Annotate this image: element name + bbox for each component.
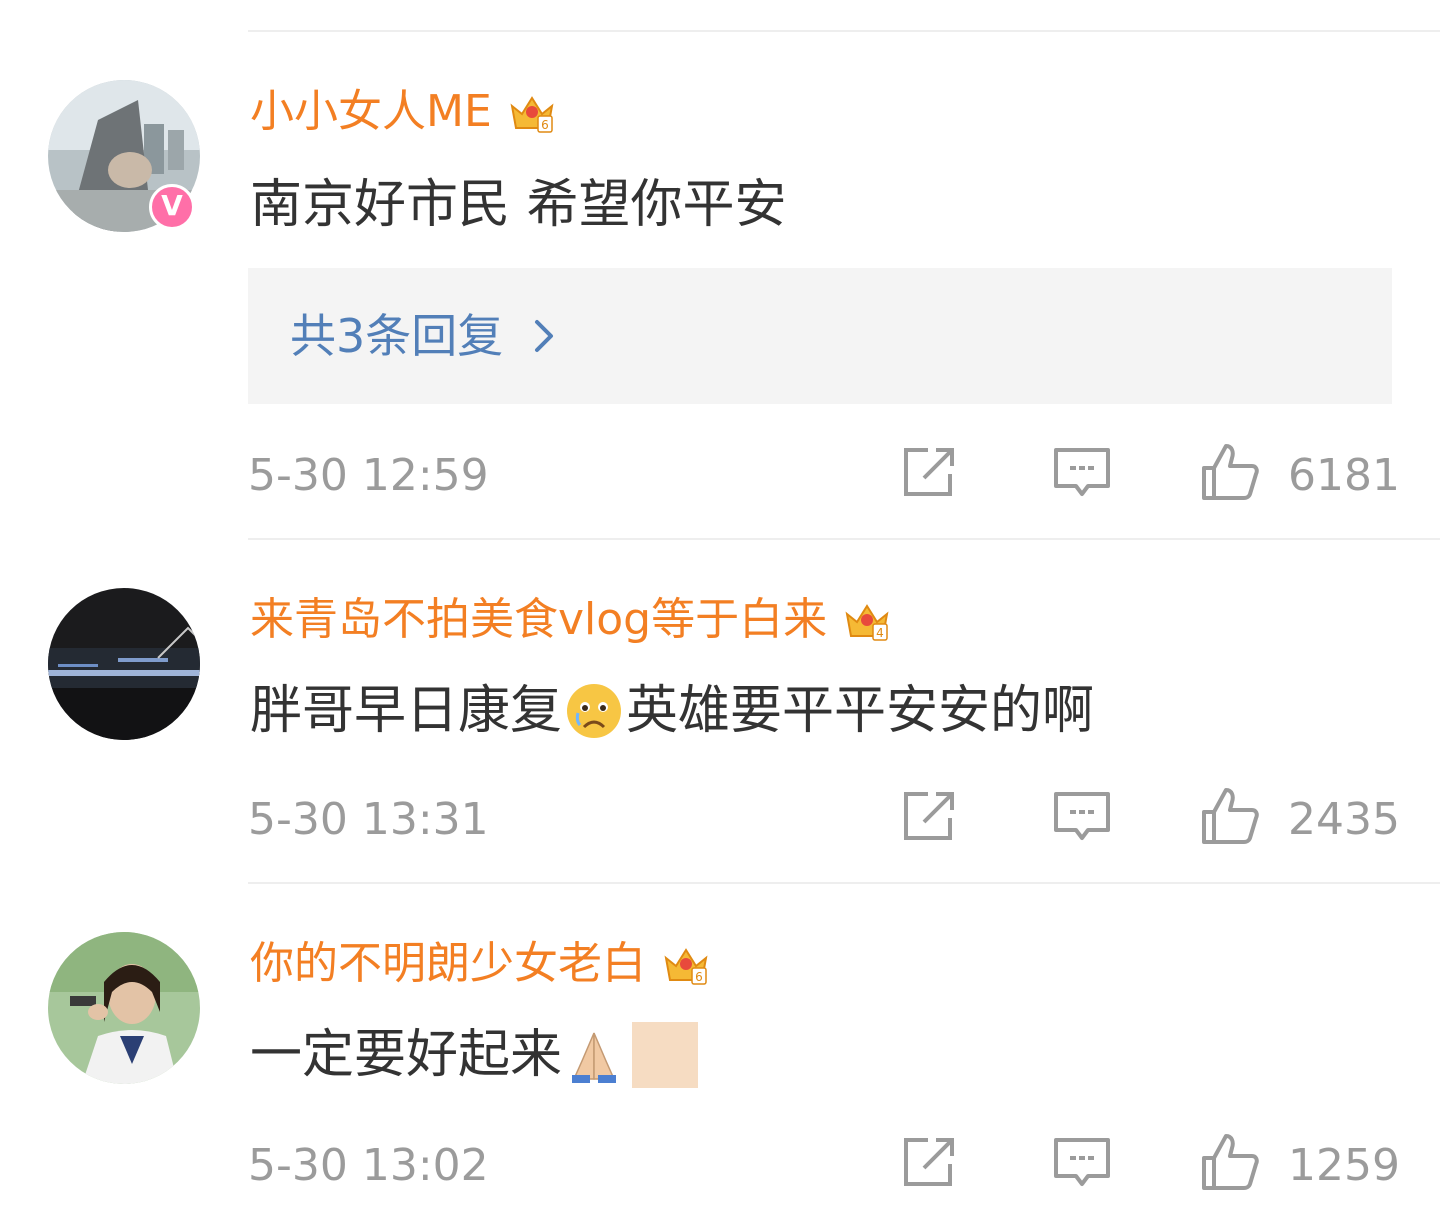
comment-time: 5-30 12:59 <box>248 450 489 501</box>
username[interactable]: 你的不明朗少女老白 6 <box>250 936 710 992</box>
chevron-right-icon <box>535 320 554 352</box>
comment-time: 5-30 13:02 <box>248 1140 489 1191</box>
comment-time: 5-30 13:31 <box>248 794 489 845</box>
crown-badge-icon: 6 <box>510 96 554 133</box>
comment-meta: 5-30 13:02 1259 <box>0 1130 1440 1200</box>
comment-text-part: 英雄要平平安安的啊 <box>626 681 1095 741</box>
like-count: 1259 <box>1288 1140 1400 1191</box>
verified-badge-icon: V <box>149 184 195 230</box>
comment-text-part: 一定要好起来 <box>250 1025 563 1085</box>
view-replies-link[interactable]: 共3条回复 <box>290 308 555 364</box>
like-icon[interactable] <box>1198 440 1262 504</box>
comment-text: 南京好市民 希望你平安 <box>250 175 787 235</box>
like-icon[interactable] <box>1198 1130 1262 1194</box>
share-icon[interactable] <box>898 784 962 848</box>
comment-text: 一定要好起来 <box>250 1022 699 1088</box>
avatar-image <box>48 588 200 740</box>
crying-face-emoji <box>567 684 622 738</box>
crown-badge-icon: 6 <box>664 948 708 985</box>
like-icon[interactable] <box>1198 784 1262 848</box>
comment-text-part: 胖哥早日康复 <box>250 681 563 741</box>
svg-text:6: 6 <box>695 970 703 984</box>
skin-tone-modifier-icon <box>632 1022 699 1088</box>
svg-text:4: 4 <box>876 626 884 640</box>
divider <box>248 538 1440 540</box>
share-icon[interactable] <box>898 1130 962 1194</box>
username-text: 来青岛不拍美食vlog等于白来 <box>250 594 828 645</box>
username-text: 小小女人ME <box>250 86 492 137</box>
reply-icon[interactable] <box>1050 784 1114 848</box>
crown-badge-icon: 4 <box>845 604 889 641</box>
comment-meta: 5-30 12:59 6181 <box>0 440 1440 510</box>
comment-meta: 5-30 13:31 2435 <box>0 784 1440 854</box>
username-text: 你的不明朗少女老白 <box>250 938 646 989</box>
username[interactable]: 来青岛不拍美食vlog等于白来 4 <box>250 592 891 648</box>
replies-panel[interactable]: 共3条回复 <box>248 268 1392 404</box>
reply-icon[interactable] <box>1050 1130 1114 1194</box>
comment-text: 胖哥早日康复 英雄要平平安安的啊 <box>250 678 1094 744</box>
share-icon[interactable] <box>898 440 962 504</box>
top-divider <box>248 30 1440 32</box>
reply-icon[interactable] <box>1050 440 1114 504</box>
like-count: 6181 <box>1288 450 1400 501</box>
avatar[interactable]: V <box>48 80 200 232</box>
like-count: 2435 <box>1288 794 1400 845</box>
avatar[interactable] <box>48 588 200 740</box>
avatar-image <box>48 932 200 1084</box>
avatar[interactable] <box>48 932 200 1084</box>
replies-label: 共3条回复 <box>290 309 504 363</box>
divider <box>248 882 1440 884</box>
svg-text:6: 6 <box>541 118 549 132</box>
username[interactable]: 小小女人ME 6 <box>250 84 556 140</box>
folded-hands-emoji <box>572 1032 617 1083</box>
